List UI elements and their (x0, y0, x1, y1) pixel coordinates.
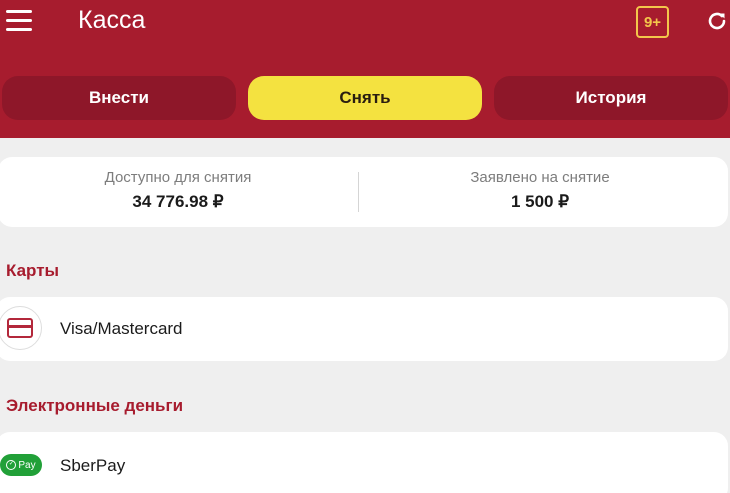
tab-history[interactable]: История (494, 76, 728, 120)
tab-withdraw[interactable]: Снять (248, 76, 482, 120)
page-title: Касса (78, 6, 146, 34)
refresh-icon[interactable] (705, 9, 729, 33)
sberpay-icon: ✓ Pay (0, 454, 42, 476)
payment-method-visa-mastercard[interactable]: Visa/Mastercard (0, 297, 728, 361)
method-label: SberPay (60, 456, 126, 475)
divider (358, 172, 359, 212)
available-label: Доступно для снятия (104, 169, 252, 186)
section-title-cards: Карты (6, 261, 60, 280)
sberpay-badge: Pay (18, 459, 36, 471)
tab-deposit[interactable]: Внести (2, 76, 236, 120)
available-value: 34 776.98 ₽ (132, 192, 224, 211)
age-restriction-icon: 9+ (636, 6, 669, 38)
available-balance: Доступно для снятия 34 776.98 ₽ (0, 169, 358, 212)
payment-method-sberpay[interactable]: ✓ Pay SberPay (0, 432, 728, 493)
balance-card: Доступно для снятия 34 776.98 ₽ Заявлено… (0, 157, 728, 227)
section-title-e-money: Электронные деньги (6, 396, 184, 415)
tab-bar: Внести Снять История (0, 76, 730, 120)
menu-icon[interactable] (6, 10, 32, 32)
header: Касса 9+ Внести Снять История (0, 0, 730, 138)
requested-label: Заявлено на снятие (470, 169, 610, 186)
requested-balance: Заявлено на снятие 1 500 ₽ (360, 169, 720, 212)
requested-value: 1 500 ₽ (510, 192, 570, 211)
bank-card-icon (0, 306, 42, 350)
method-label: Visa/Mastercard (60, 319, 183, 338)
